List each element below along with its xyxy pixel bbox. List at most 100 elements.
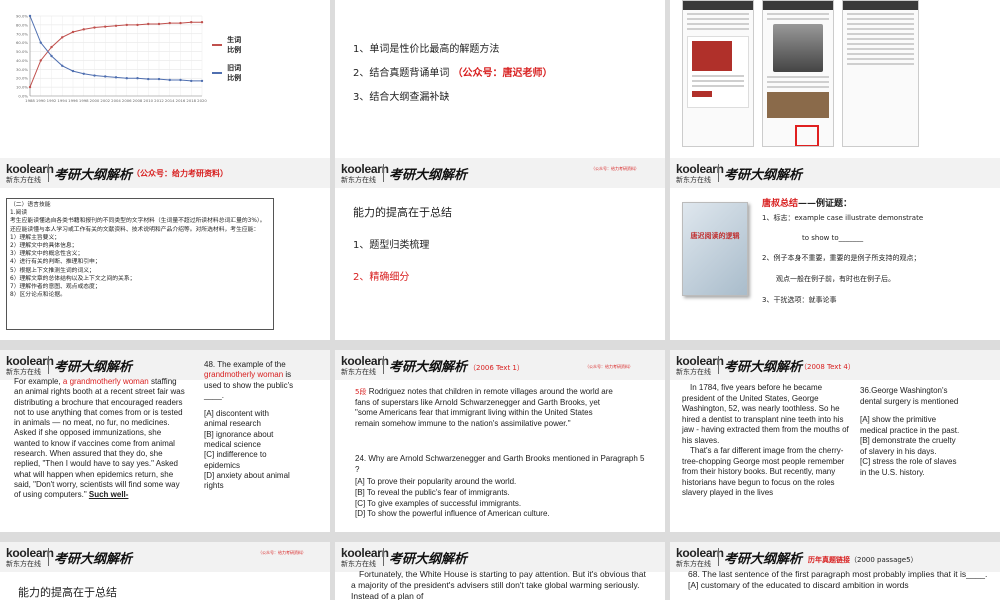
point-1b: to show to_______: [802, 234, 864, 242]
series-point-1: [39, 41, 42, 44]
point-3: 观点一般在例子前，有时也在例子后。: [776, 275, 895, 283]
x-tick-label: 2002: [100, 98, 110, 103]
slide-header: koolearn 新东方在线 考研大纲解析 历年真题链接（2000 passag…: [670, 542, 1000, 572]
series-point-1: [179, 78, 182, 82]
option-a[interactable]: [A] customary of the educated to discard…: [688, 580, 988, 591]
option-a[interactable]: [A] discontent with animal research: [204, 409, 294, 430]
koolearn-logo: koolearn: [341, 162, 389, 176]
option-d[interactable]: [D] To show the powerful influence of Am…: [355, 509, 645, 520]
paragraph-5: 5段 Rodriguez notes that children in remo…: [355, 387, 615, 429]
passage-para-2: That's a far different image from the ch…: [682, 446, 845, 497]
option-a[interactable]: [A] show the primitive medical practice …: [860, 415, 960, 436]
y-tick-label: 90.0%: [16, 14, 28, 19]
series-point-1: [190, 79, 193, 83]
x-tick-label: 2014: [165, 98, 175, 103]
phone-status-bar: [683, 1, 753, 10]
series-point-0: [179, 21, 182, 25]
series-point-1: [200, 79, 204, 83]
option-c[interactable]: [C] stress the role of slaves in the U.S…: [860, 457, 960, 478]
series-point-1: [93, 74, 96, 77]
slide-summary-2[interactable]: koolearn 新东方在线 考研大纲解析 （公众号：给力考研资料） 能力的提高…: [0, 542, 330, 600]
logo-subtitle: 新东方在线: [341, 368, 376, 376]
series-point-1: [114, 76, 118, 79]
syllabus-text: （二）语言技能 1.阅读 考生应能读懂选自各类书籍和报刊的不同类型的文字材料（生词量…: [10, 201, 270, 299]
exam-tag: （2008 Text 4）: [800, 363, 855, 371]
y-tick-label: 20.0%: [16, 76, 28, 81]
y-tick-label: 50.0%: [16, 49, 28, 54]
legend-new-words: 生词比例: [212, 34, 243, 55]
method-item-2-note: （公众号：唐迟老师）: [452, 68, 553, 79]
slide-vocabulary-chart[interactable]: 0.0% 10.0% 20.0% 30.0% 40.0% 50.0% 60.0% 70.0% 8…: [0, 0, 330, 182]
series-point-0: [114, 24, 118, 27]
slide-2000-passage5[interactable]: koolearn 新东方在线 考研大纲解析 历年真题链接（2000 passag…: [670, 542, 1000, 600]
syllabus-line: 8）区分论点和论据。: [10, 292, 66, 299]
syllabus-line: 5）根据上下文推测生词的词义；: [10, 267, 95, 274]
summary-item-1: 1、题型归类梳理: [353, 240, 430, 251]
logo-subtitle: 新东方在线: [341, 560, 376, 568]
question-24: 24. Why are Arnold Schwarzenegger and Ga…: [355, 454, 645, 474]
slide-grandmother-question[interactable]: koolearn 新东方在线 考研大纲解析 For example, a gra…: [0, 350, 330, 532]
syllabus-line: 1）理解主旨要义；: [10, 234, 61, 241]
summary-item-2: 2、精确细分: [353, 272, 410, 283]
koolearn-logo: koolearn: [676, 546, 724, 560]
slide-summary[interactable]: koolearn 新东方在线 考研大纲解析 （公众号：给力考研资料） 能力的提高…: [335, 158, 665, 340]
question-48: 48. The example of the grandmotherly wom…: [204, 360, 294, 492]
x-tick-label: 2008: [133, 98, 143, 103]
slide-white-house[interactable]: koolearn 新东方在线 考研大纲解析 Fortunately, the W…: [335, 542, 665, 600]
option-b[interactable]: [B] ignorance about medical science: [204, 430, 294, 451]
syllabus-line: 还应能读懂与本人学习或工作有关的文献资料、技术说明和产品介绍等。对所选材料，考生…: [10, 226, 260, 233]
passage-para-1: In 1784, five years before he became pre…: [682, 383, 849, 445]
header-title: 考研大纲解析: [54, 168, 133, 183]
passage-highlight: a grandmotherly woman: [62, 377, 149, 386]
series-point-1: [28, 14, 32, 18]
phone-screen-right: [842, 0, 919, 147]
past-exam-link: 历年真题链接（2000 passage5）: [808, 555, 918, 565]
series-point-0: [190, 21, 193, 24]
series-point-0: [71, 30, 75, 34]
logo-subtitle: 新东方在线: [676, 560, 711, 568]
option-b[interactable]: [B] demonstrate the cruelty of slavery i…: [860, 436, 960, 457]
method-item-1: 1、单词是性价比最高的解题方法: [353, 44, 500, 55]
series-point-1: [125, 77, 128, 80]
y-tick-label: 10.0%: [16, 85, 28, 90]
slide-example-question-summary[interactable]: koolearn 新东方在线 考研大纲解析 唐迟阅读的逻辑 唐叔总结——例证题：…: [670, 158, 1000, 340]
slide-header: koolearn 新东方在线 考研大纲解析 （2008 Text 4）: [670, 350, 1000, 380]
series-point-0: [93, 26, 96, 29]
question-36-stem: 36.George Washington's dental surgery is…: [860, 386, 959, 406]
slide-2006-text1[interactable]: koolearn 新东方在线 考研大纲解析 （2006 Text 1） （公众号…: [335, 350, 665, 532]
option-c[interactable]: [C] To give examples of successful immig…: [355, 499, 645, 510]
koolearn-logo: koolearn: [6, 546, 54, 560]
series-point-0: [39, 59, 42, 62]
slide-methods[interactable]: 1、单词是性价比最高的解题方法 2、结合真题背诵单词 （公众号：唐迟老师） 3、…: [335, 0, 665, 182]
option-b[interactable]: [B] To reveal the public's fear of immig…: [355, 488, 645, 499]
series-point-1: [71, 69, 75, 73]
paragraph-label: 5段: [355, 388, 367, 396]
series-point-0: [157, 22, 161, 26]
option-d[interactable]: [D] anxiety about animal rights: [204, 471, 294, 492]
series-point-1: [61, 64, 64, 67]
past-exam-link-source: （2000 passage5）: [850, 556, 918, 564]
method-item-2: 2、结合真题背诵单词 （公众号：唐迟老师）: [353, 64, 553, 79]
x-tick-label: 2004: [111, 98, 121, 103]
highlight-box: [795, 125, 819, 146]
question-68-stem: 68. The last sentence of the first parag…: [688, 569, 988, 579]
past-exam-link-label: 历年真题链接: [808, 556, 850, 564]
slide-syllabus[interactable]: koolearn 新东方在线 考研大纲解析 （公众号：给力考研资料） （二）语言…: [0, 158, 330, 340]
x-tick-label: 1992: [47, 98, 57, 103]
x-tick-label: 2006: [122, 98, 132, 103]
option-c[interactable]: [C] indifference to epidemics: [204, 450, 294, 471]
series-point-1: [82, 72, 85, 75]
wechat-tag: （公众号：给力考研资料）: [132, 169, 228, 178]
x-tick-label: 1998: [79, 98, 89, 103]
y-tick-label: 60.0%: [16, 40, 28, 45]
slide-header: koolearn 新东方在线 考研大纲解析 （公众号：给力考研资料）: [335, 158, 665, 188]
slide-phone-screenshots[interactable]: [670, 0, 1000, 182]
series-point-1: [157, 77, 161, 81]
option-a[interactable]: [A] To prove their popularity around the…: [355, 477, 645, 488]
book-title: 唐迟阅读的逻辑: [690, 232, 740, 240]
red-ad-block: [687, 36, 749, 108]
legend-label-old: 旧词比例: [227, 63, 242, 82]
syllabus-line: 6）理解文章的总体结构以及上下文之间的关系；: [10, 275, 136, 282]
exam-tag: （2006 Text 1）: [469, 364, 524, 372]
slide-2008-text4[interactable]: koolearn 新东方在线 考研大纲解析 （2008 Text 4） In 1…: [670, 350, 1000, 532]
